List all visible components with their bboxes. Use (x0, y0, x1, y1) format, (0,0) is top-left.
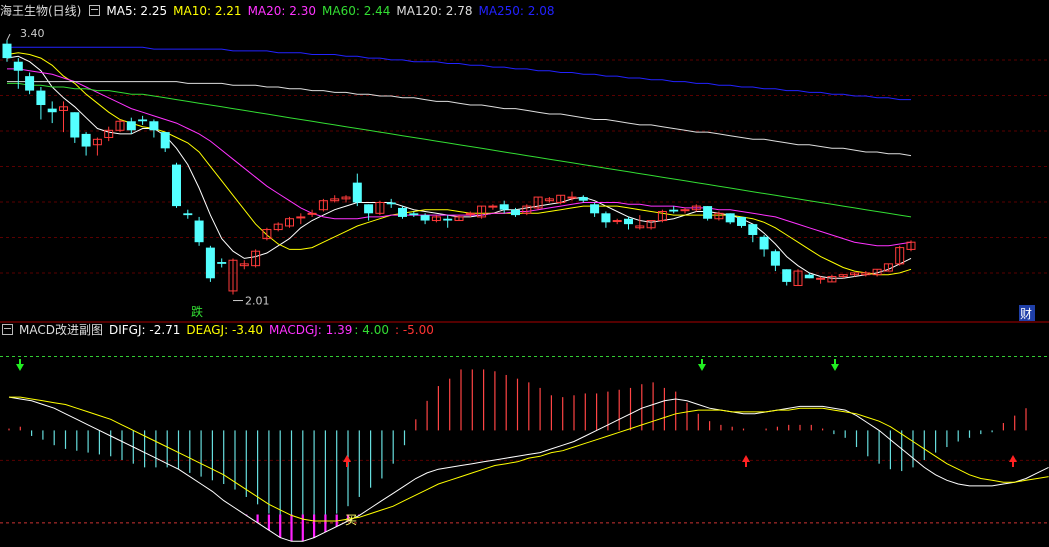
sell-arrow-icon (698, 359, 706, 371)
candle-body (149, 121, 159, 131)
candle-body (409, 213, 419, 216)
candle-body (488, 205, 498, 208)
sell-arrow-icon (831, 359, 839, 371)
candle-body (296, 216, 306, 219)
ma10-line (6, 52, 912, 276)
candle-body (307, 212, 317, 215)
candle-body (590, 204, 600, 214)
candle-body (703, 206, 713, 219)
sell-arrow-icon (16, 359, 24, 371)
buy-arrow-icon (1009, 455, 1017, 467)
candle-body (680, 209, 690, 212)
candle-body (804, 274, 814, 279)
candle-body (499, 204, 509, 210)
candle-body (172, 164, 181, 207)
candle-body (352, 182, 362, 203)
candle-body (13, 61, 23, 71)
candle-body (194, 220, 204, 243)
candle-body (160, 132, 170, 149)
candle-body (567, 196, 577, 199)
candle-body (217, 262, 227, 264)
candle-body (2, 43, 12, 59)
candle-body (420, 215, 430, 221)
candle-body (624, 218, 633, 225)
fall-marker: 跌 (191, 304, 203, 319)
candle-body (183, 213, 193, 216)
cai-marker: 财 (1020, 307, 1032, 321)
candle-body (81, 133, 91, 147)
candle-body (70, 112, 80, 138)
high-pointer (6, 33, 11, 41)
candle-body (669, 209, 679, 212)
candle-body (398, 207, 407, 217)
candle-body (126, 121, 136, 131)
candle-body (748, 224, 758, 235)
candle-body (601, 213, 611, 223)
candle-body (364, 204, 374, 214)
candle-body (759, 236, 769, 250)
candle-body (770, 251, 780, 266)
candle-body (782, 269, 792, 282)
candle-body (25, 76, 35, 91)
candle-body (578, 197, 588, 201)
buy-arrow-icon (343, 455, 351, 467)
ma5-line (6, 55, 912, 279)
candle-body (443, 218, 453, 221)
low-price-label: 2.01 (245, 295, 270, 308)
buy-arrow-icon (742, 455, 750, 467)
buy-marker: 买 (345, 513, 357, 527)
candle-body (47, 108, 57, 113)
candle-body (511, 209, 520, 216)
ma250-line (7, 46, 911, 101)
high-price-label: 3.40 (20, 27, 45, 40)
stock-chart[interactable]: 3.40 2.01 跌 财买 (0, 0, 1049, 547)
candle-body (465, 212, 475, 215)
candle-body (138, 119, 148, 122)
candle-body (612, 220, 622, 223)
candle-body (816, 277, 826, 280)
candle-body (386, 202, 396, 205)
candle-body (725, 213, 735, 223)
candle-body (36, 90, 46, 106)
candle-body (737, 216, 746, 226)
candle-body (205, 247, 215, 279)
